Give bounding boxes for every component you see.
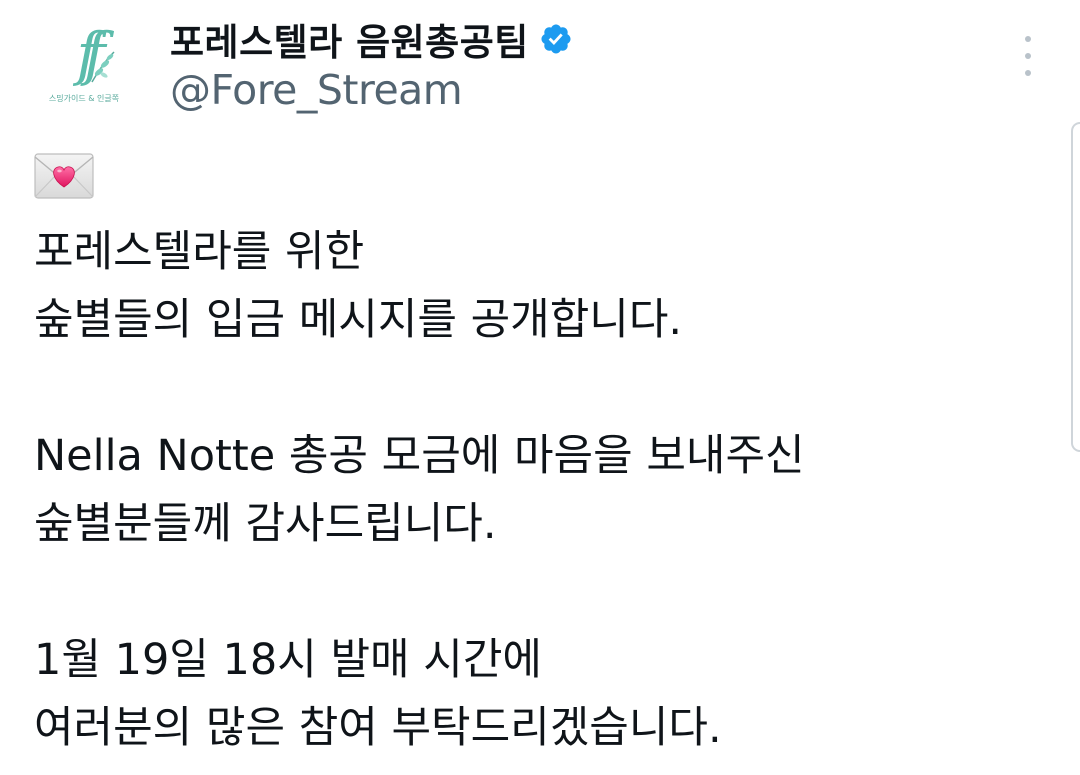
tweet-text-line: 숲별분들께 감사드립니다. <box>34 499 497 549</box>
tweet-text-line: 포레스텔라를 위한 <box>34 227 365 277</box>
verified-badge-icon <box>541 24 571 54</box>
more-vertical-icon <box>1025 36 1031 42</box>
avatar[interactable]: ff 스밍가이드 & 인글쪽 <box>28 6 140 118</box>
tweet-text-line: 숲별들의 입금 메시지를 공개합니다. <box>34 295 683 345</box>
tweet-body: 포레스텔라를 위한 숲별들의 입금 메시지를 공개합니다. Nella Nott… <box>34 218 1034 762</box>
love-letter-emoji-icon <box>34 153 94 199</box>
author-handle[interactable]: @Fore_Stream <box>170 66 463 114</box>
leaf-icon <box>91 51 115 83</box>
tweet-text-line: 1월 19일 18시 발매 시간에 <box>34 635 542 685</box>
side-panel-handle[interactable] <box>1071 122 1080 452</box>
tweet-text-line: 여러분의 많은 참여 부탁드리겠습니다. <box>34 703 722 753</box>
avatar-caption: 스밍가이드 & 인글쪽 <box>48 93 120 103</box>
display-name[interactable]: 포레스텔라 음원총공팀 <box>170 12 529 66</box>
tweet-text-line: Nella Notte 총공 모금에 마음을 보내주신 <box>34 431 805 481</box>
more-options-button[interactable] <box>1010 36 1046 76</box>
author-name-row[interactable]: 포레스텔라 음원총공팀 <box>170 12 573 66</box>
